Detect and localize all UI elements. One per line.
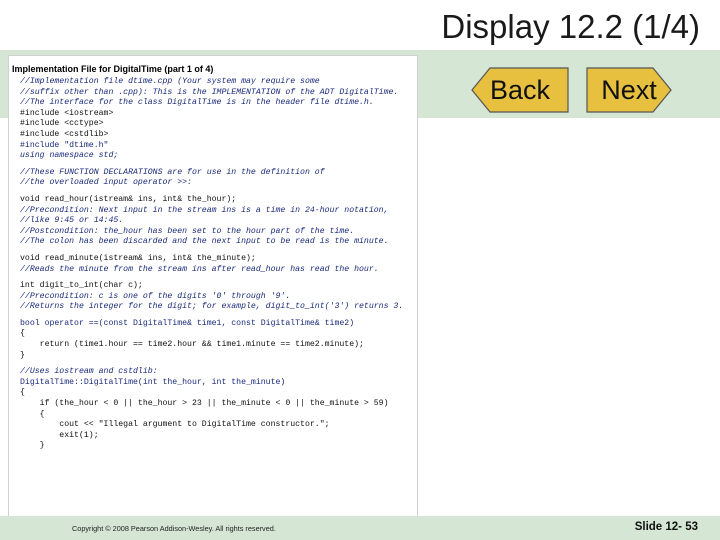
code-panel: Implementation File for DigitalTime (par… — [8, 55, 418, 517]
code-line: } — [20, 350, 25, 360]
code-line: int digit_to_int(char c); — [20, 281, 143, 291]
slide-number: Slide 12- 53 — [634, 521, 698, 533]
code-line: //Postcondition: the_hour has been set t… — [20, 226, 355, 236]
next-button[interactable]: Next — [585, 66, 673, 114]
code-line: //Precondition: Next input in the stream… — [20, 205, 389, 215]
next-button-label: Next — [601, 74, 657, 105]
code-line: bool operator ==(const DigitalTime& time… — [20, 318, 355, 328]
code-line: #include <cstdlib> — [20, 129, 109, 139]
code-line: //the overloaded input operator >>: — [20, 178, 192, 188]
code-line: { — [20, 409, 45, 419]
code-line: exit(1); — [20, 430, 99, 440]
code-line: #include <cctype> — [20, 119, 104, 129]
code-line: //The colon has been discarded and the n… — [20, 237, 389, 247]
code-line: //Implementation file dtime.cpp (Your sy… — [20, 77, 320, 86]
code-line: { — [20, 388, 25, 398]
back-button-label: Back — [489, 74, 551, 105]
code-line: //These FUNCTION DECLARATIONS are for us… — [20, 167, 325, 177]
code-line: } — [20, 441, 45, 451]
code-line: #include <iostream> — [20, 108, 114, 118]
slide: Display 12.2 (1/4) Back Next Implementat… — [0, 0, 720, 540]
panel-header: Implementation File for DigitalTime (par… — [12, 64, 214, 74]
code-line: { — [20, 329, 25, 339]
code-line: DigitalTime::DigitalTime(int the_hour, i… — [20, 377, 286, 387]
code-line: //Uses iostream and cstdlib: — [20, 367, 158, 377]
code-line: //suffix other than .cpp): This is the I… — [20, 87, 399, 97]
code-line: using namespace std; — [20, 151, 119, 161]
code-line: //like 9:45 or 14:45. — [20, 216, 124, 226]
code-line: #include "dtime.h" — [20, 140, 109, 150]
code-line: if (the_hour < 0 || the_hour > 23 || the… — [20, 399, 389, 409]
code-line: void read_minute(istream& ins, int& the_… — [20, 253, 256, 263]
copyright-text: Copyright © 2008 Pearson Addison-Wesley.… — [72, 524, 276, 533]
slide-title: Display 12.2 (1/4) — [441, 8, 700, 45]
code-line: return (time1.hour == time2.hour && time… — [20, 340, 364, 350]
code-line: //Returns the integer for the digit; for… — [20, 302, 404, 312]
code-line: //The interface for the class DigitalTim… — [20, 98, 374, 108]
code-listing: //Implementation file dtime.cpp (Your sy… — [9, 77, 417, 452]
code-line: void read_hour(istream& ins, int& the_ho… — [20, 194, 237, 204]
code-line: //Reads the minute from the stream ins a… — [20, 264, 379, 274]
back-button[interactable]: Back — [470, 66, 570, 114]
code-line: cout << "Illegal argument to DigitalTime… — [20, 420, 330, 430]
code-line: //Precondition: c is one of the digits '… — [20, 291, 291, 301]
